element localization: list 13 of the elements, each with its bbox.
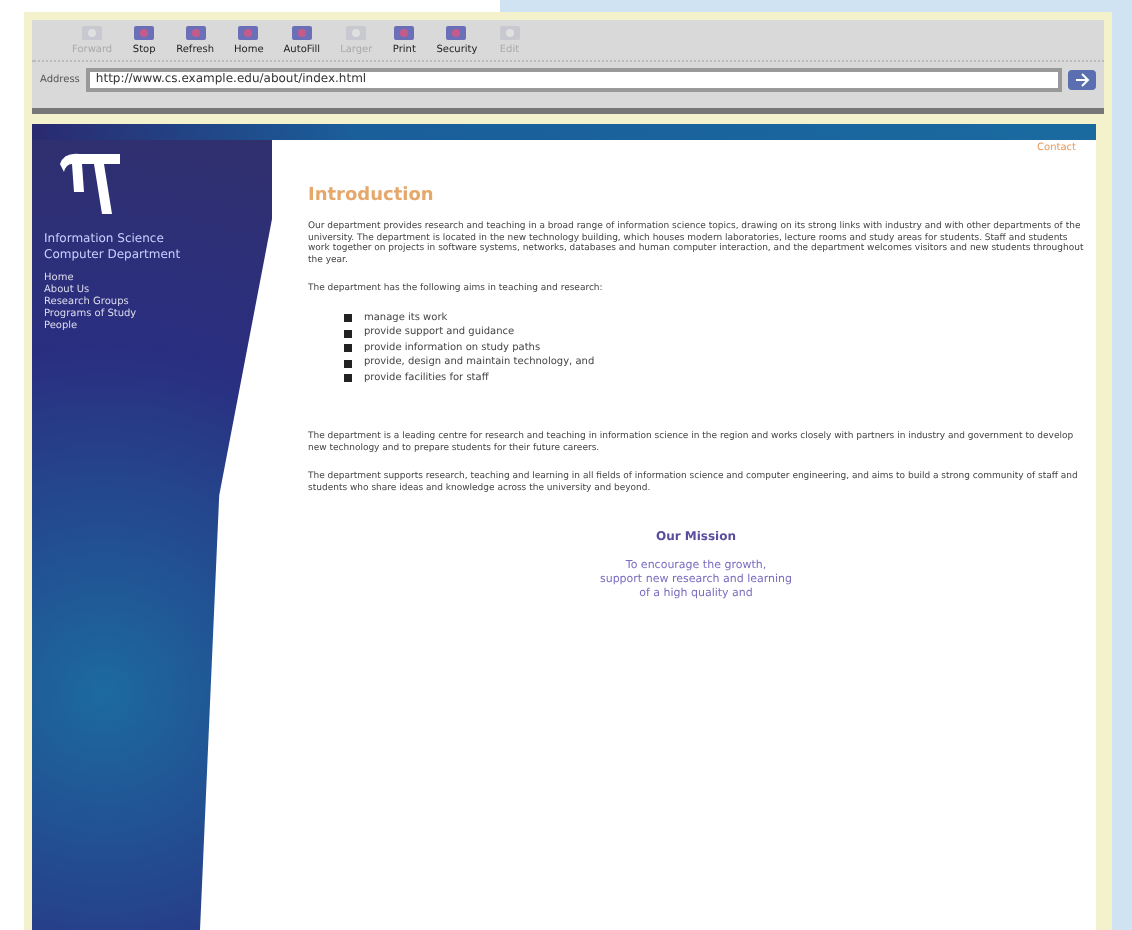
toolbar-icon: [183, 24, 208, 42]
bullet-icon: [344, 359, 352, 368]
toolbar-icon: [236, 24, 261, 42]
toolbar-icon: [392, 24, 417, 42]
toolbar-icon: [289, 24, 314, 42]
bullet-icon: [344, 344, 352, 353]
bullet-icon: [344, 314, 352, 323]
toolbar-icon: [132, 24, 157, 42]
toolbar-icon: [444, 24, 469, 42]
page-heading: Introduction: [308, 191, 436, 202]
bullet-icon: [344, 329, 352, 338]
bullet-icon: [344, 374, 352, 383]
go-icon[interactable]: [1068, 70, 1096, 90]
